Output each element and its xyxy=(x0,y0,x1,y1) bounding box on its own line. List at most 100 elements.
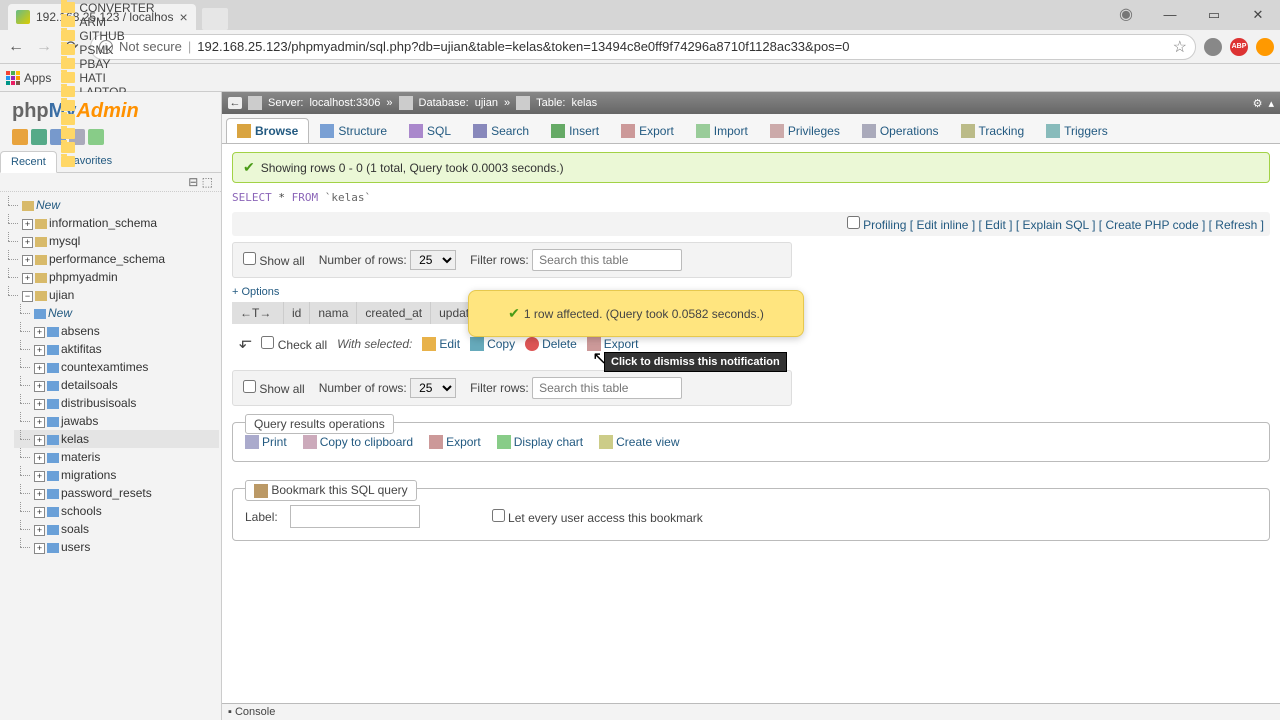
rows-select-2[interactable]: 25 xyxy=(410,378,456,398)
export-selected-button[interactable]: Export xyxy=(587,337,639,351)
create-view-button[interactable]: Create view xyxy=(599,435,679,449)
tab-structure[interactable]: Structure xyxy=(309,118,398,143)
extension-icon-2[interactable] xyxy=(1256,38,1274,56)
plus-icon[interactable]: + xyxy=(22,273,33,284)
edit-inline-link[interactable]: Edit inline xyxy=(916,218,968,232)
tree-new[interactable]: New xyxy=(2,196,219,214)
plus-icon[interactable]: + xyxy=(34,525,45,536)
close-tab-icon[interactable]: × xyxy=(179,9,187,25)
phpmyadmin-logo[interactable]: phpMyAdmin xyxy=(0,92,221,127)
show-all-checkbox[interactable] xyxy=(243,252,256,265)
edit-link[interactable]: Edit xyxy=(985,218,1006,232)
bookmark-label-input[interactable] xyxy=(290,505,420,528)
delete-selected-button[interactable]: Delete xyxy=(525,337,577,351)
db-item-information_schema[interactable]: +information_schema xyxy=(2,214,219,232)
db-item-mysql[interactable]: +mysql xyxy=(2,232,219,250)
minimize-button[interactable]: — xyxy=(1148,0,1192,30)
collapse-icon[interactable]: ⊟ xyxy=(188,175,198,189)
new-tab-button[interactable] xyxy=(202,8,228,30)
back-button[interactable]: ← xyxy=(6,38,26,56)
display-chart-button[interactable]: Display chart xyxy=(497,435,583,449)
table-item-distribusisoals[interactable]: +distribusisoals xyxy=(14,394,219,412)
recent-tab[interactable]: Recent xyxy=(0,151,57,173)
breadcrumb-db[interactable]: ujian xyxy=(475,97,498,109)
refresh-link[interactable]: Refresh xyxy=(1215,218,1257,232)
table-item-kelas[interactable]: +kelas xyxy=(14,430,219,448)
tab-import[interactable]: Import xyxy=(685,118,759,143)
tab-export[interactable]: Export xyxy=(610,118,685,143)
table-item-users[interactable]: +users xyxy=(14,538,219,556)
bookmark-folder[interactable]: ARM xyxy=(55,15,160,29)
bookmark-folder[interactable]: CONVERTER xyxy=(55,1,160,15)
plus-icon[interactable]: + xyxy=(34,381,45,392)
table-new[interactable]: New xyxy=(14,304,219,322)
table-item-absens[interactable]: +absens xyxy=(14,322,219,340)
export-ops-button[interactable]: Export xyxy=(429,435,481,449)
plus-icon[interactable]: + xyxy=(34,453,45,464)
bookmark-folder[interactable]: PBAY xyxy=(55,57,160,71)
bookmark-folder[interactable]: HATI xyxy=(55,71,160,85)
tab-operations[interactable]: Operations xyxy=(851,118,950,143)
table-item-aktifitas[interactable]: +aktifitas xyxy=(14,340,219,358)
notification-toast[interactable]: ✔1 row affected. (Query took 0.0582 seco… xyxy=(468,290,804,337)
collapse-up-icon[interactable]: ▴ xyxy=(1268,97,1274,110)
copy-clipboard-button[interactable]: Copy to clipboard xyxy=(303,435,413,449)
tab-insert[interactable]: Insert xyxy=(540,118,610,143)
rows-select[interactable]: 25 xyxy=(410,250,456,270)
plus-icon[interactable]: + xyxy=(34,489,45,500)
let-every-user-checkbox[interactable] xyxy=(492,509,505,522)
table-item-migrations[interactable]: +migrations xyxy=(14,466,219,484)
breadcrumb-server[interactable]: localhost:3306 xyxy=(309,97,380,109)
plus-icon[interactable]: + xyxy=(34,399,45,410)
copy-selected-button[interactable]: Copy xyxy=(470,337,515,351)
address-bar[interactable]: i Not secure | 192.168.25.123/phpmyadmin… xyxy=(90,34,1196,60)
tab-tracking[interactable]: Tracking xyxy=(950,118,1036,143)
filter-input[interactable] xyxy=(532,249,682,271)
logout-icon[interactable] xyxy=(31,129,47,145)
table-item-jawabs[interactable]: +jawabs xyxy=(14,412,219,430)
table-item-schools[interactable]: +schools xyxy=(14,502,219,520)
column-nama[interactable]: nama xyxy=(310,302,357,324)
plus-icon[interactable]: + xyxy=(34,471,45,482)
home-icon[interactable] xyxy=(12,129,28,145)
show-all-label[interactable]: Show all xyxy=(243,252,305,268)
gear-icon[interactable]: ⚙ xyxy=(1253,97,1263,110)
tab-search[interactable]: Search xyxy=(462,118,540,143)
close-window-button[interactable]: ✕ xyxy=(1236,0,1280,30)
tab-triggers[interactable]: Triggers xyxy=(1035,118,1119,143)
minus-icon[interactable]: − xyxy=(22,291,33,302)
plus-icon[interactable]: + xyxy=(34,327,45,338)
bookmark-folder[interactable]: PSMK xyxy=(55,43,160,57)
check-all-checkbox[interactable] xyxy=(261,336,274,349)
plus-icon[interactable]: + xyxy=(34,507,45,518)
explain-sql-link[interactable]: Explain SQL xyxy=(1023,218,1089,232)
edit-selected-button[interactable]: Edit xyxy=(422,337,460,351)
table-item-materis[interactable]: +materis xyxy=(14,448,219,466)
db-item-phpmyadmin[interactable]: +phpmyadmin xyxy=(2,268,219,286)
table-item-countexamtimes[interactable]: +countexamtimes xyxy=(14,358,219,376)
plus-icon[interactable]: + xyxy=(34,543,45,554)
console-bar[interactable]: ▪ Console xyxy=(222,703,1280,720)
plus-icon[interactable]: + xyxy=(22,237,33,248)
tab-browse[interactable]: Browse xyxy=(226,118,309,143)
abp-icon[interactable]: ABP xyxy=(1230,38,1248,56)
show-all-checkbox-2[interactable] xyxy=(243,380,256,393)
db-item-performance_schema[interactable]: +performance_schema xyxy=(2,250,219,268)
plus-icon[interactable]: + xyxy=(34,363,45,374)
filter-input-2[interactable] xyxy=(532,377,682,399)
user-icon[interactable]: ◉ xyxy=(1104,0,1148,30)
extension-icon[interactable] xyxy=(1204,38,1222,56)
plus-icon[interactable]: + xyxy=(34,345,45,356)
maximize-button[interactable]: ▭ xyxy=(1192,0,1236,30)
link-icon[interactable]: ⬚ xyxy=(202,175,213,189)
column-created_at[interactable]: created_at xyxy=(357,302,431,324)
tab-privileges[interactable]: Privileges xyxy=(759,118,851,143)
print-button[interactable]: Print xyxy=(245,435,287,449)
bookmark-folder[interactable]: GITHUB xyxy=(55,29,160,43)
reload-nav-icon[interactable] xyxy=(88,129,104,145)
apps-button[interactable]: Apps xyxy=(6,71,51,85)
create-php-link[interactable]: Create PHP code xyxy=(1105,218,1198,232)
db-item-ujian[interactable]: −ujian xyxy=(2,286,219,304)
collapse-nav-icon[interactable]: ← xyxy=(228,97,242,109)
column-←T→[interactable]: ←T→ xyxy=(232,302,284,324)
